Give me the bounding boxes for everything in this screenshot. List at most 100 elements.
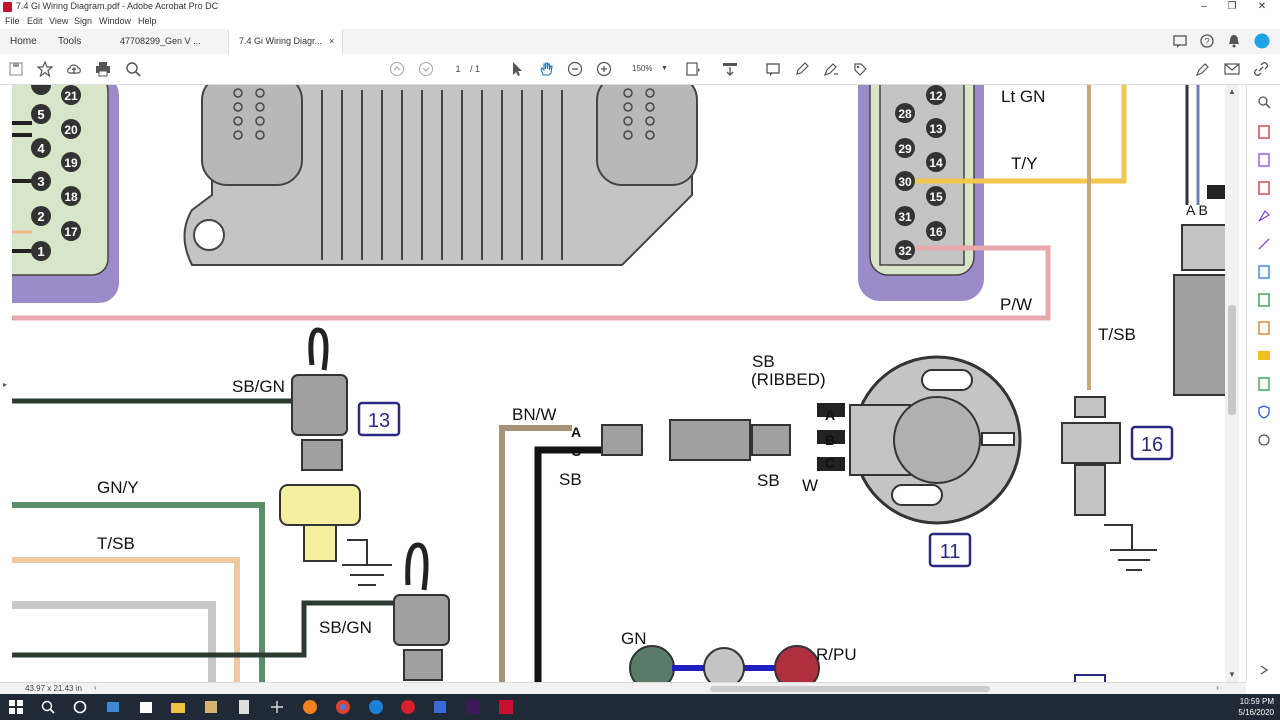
search-icon[interactable]: [1257, 95, 1271, 109]
search-icon[interactable]: [125, 61, 141, 77]
system-clock[interactable]: 10:59 PM 5/16/2020: [1238, 696, 1274, 718]
select-cursor-icon[interactable]: [509, 61, 525, 77]
menu-window[interactable]: Window: [99, 16, 131, 26]
restore-button[interactable]: ❐: [1218, 0, 1246, 14]
scroll-down-icon[interactable]: ▼: [1228, 670, 1236, 679]
send-signature-icon[interactable]: [1257, 237, 1271, 251]
comment-icon[interactable]: [1172, 33, 1188, 49]
hand-tool-icon[interactable]: [538, 61, 554, 77]
profile-avatar-icon[interactable]: [1254, 33, 1270, 49]
vertical-scrollbar[interactable]: ▲ ▼: [1225, 85, 1239, 682]
highlight-pen-icon[interactable]: [794, 61, 810, 77]
zoom-out-icon[interactable]: [567, 61, 583, 77]
more-tools-icon[interactable]: [1257, 433, 1271, 447]
menu-edit[interactable]: Edit: [27, 16, 43, 26]
pin-label: 4: [37, 141, 45, 156]
chevron-right-icon[interactable]: ›: [1216, 683, 1219, 692]
share-link-icon[interactable]: [1253, 61, 1269, 77]
media-player-icon[interactable]: [203, 699, 219, 715]
tab-tools[interactable]: Tools: [58, 29, 81, 54]
notes-app-icon[interactable]: [432, 699, 448, 715]
search-icon[interactable]: [40, 699, 56, 715]
label-t-sb-left: T/SB: [97, 534, 135, 553]
combine-files-icon[interactable]: [1257, 293, 1271, 307]
label-t-sb-right: T/SB: [1098, 325, 1136, 344]
zoom-level-select[interactable]: 150% ▼: [628, 62, 670, 76]
pin-label: 17: [64, 225, 78, 239]
horizontal-scrollbar-thumb[interactable]: [710, 686, 990, 692]
main-toolbar: 1 / 1 150% ▼: [0, 54, 1280, 85]
minimize-button[interactable]: –: [1190, 0, 1218, 14]
label-sb-ribbed-2: (RIBBED): [751, 370, 826, 389]
snipping-tool-icon[interactable]: [269, 699, 285, 715]
store-icon[interactable]: [138, 699, 154, 715]
document-canvas[interactable]: 5 4 3 2 1 21 20 19 18 17 12 28 13 29 14 …: [12, 85, 1225, 682]
menu-file[interactable]: File: [5, 16, 20, 26]
next-page-icon[interactable]: [418, 61, 434, 77]
previous-page-icon[interactable]: [389, 61, 405, 77]
print-icon[interactable]: [95, 61, 111, 77]
pin-label: 14: [929, 156, 943, 170]
callout-16: 16: [1130, 425, 1174, 461]
sign-tool-icon[interactable]: [852, 61, 868, 77]
collapse-panel-icon[interactable]: [1257, 663, 1271, 677]
scan-ocr-icon[interactable]: [1257, 321, 1271, 335]
callout-16-label: 16: [1141, 434, 1163, 456]
zoom-in-icon[interactable]: [596, 61, 612, 77]
organize-pages-icon[interactable]: [1257, 265, 1271, 279]
expand-left-panel-icon[interactable]: ▸: [3, 380, 7, 389]
compress-pdf-icon[interactable]: [1257, 377, 1271, 391]
calculator-icon[interactable]: [236, 699, 252, 715]
close-window-button[interactable]: ✕: [1248, 0, 1276, 14]
scroll-mode-icon[interactable]: [722, 61, 738, 77]
pin-label: 29: [898, 142, 912, 156]
windows-start-icon[interactable]: [8, 699, 24, 715]
firefox-icon[interactable]: [302, 699, 318, 715]
chrome-icon[interactable]: [335, 699, 351, 715]
email-icon[interactable]: [1224, 61, 1240, 77]
protect-shield-icon[interactable]: [1257, 405, 1271, 419]
comment-icon[interactable]: [1257, 349, 1271, 363]
scroll-up-icon[interactable]: ▲: [1228, 87, 1236, 96]
edit-pdf-icon[interactable]: [1257, 153, 1271, 167]
edge-icon[interactable]: [368, 699, 384, 715]
pin-label: 15: [929, 190, 943, 204]
tab-document-2[interactable]: 7.4 Gi Wiring Diagr... ×: [228, 29, 343, 54]
file-explorer-icon[interactable]: [170, 699, 186, 715]
menu-help[interactable]: Help: [138, 16, 157, 26]
notification-bell-icon[interactable]: [1226, 33, 1242, 49]
draw-tool-icon[interactable]: [823, 61, 839, 77]
clock-time: 10:59 PM: [1239, 697, 1274, 706]
task-view-icon[interactable]: [105, 699, 121, 715]
menu-sign[interactable]: Sign: [74, 16, 92, 26]
label-pin-c: C: [571, 443, 581, 459]
create-pdf-icon[interactable]: [1257, 181, 1271, 195]
page-fit-icon[interactable]: [685, 61, 701, 77]
page-number-input[interactable]: 1: [447, 62, 469, 76]
save-icon[interactable]: [8, 61, 24, 77]
premiere-rush-icon[interactable]: [465, 699, 481, 715]
acrobat-icon: [3, 2, 12, 12]
upload-cloud-icon[interactable]: [66, 61, 82, 77]
tab-document-1[interactable]: 47708299_Gen V ...: [120, 29, 201, 54]
svg-text:?: ?: [1204, 37, 1209, 47]
label-gn: GN: [621, 629, 647, 648]
tab-bar: Home Tools 47708299_Gen V ... 7.4 Gi Wir…: [0, 29, 1280, 55]
edit-pdf-icon[interactable]: [1195, 61, 1211, 77]
pin-label: 12: [929, 89, 943, 103]
help-icon[interactable]: ?: [1199, 33, 1215, 49]
tab-home[interactable]: Home: [10, 29, 37, 54]
chevron-left-icon[interactable]: ‹: [94, 683, 97, 692]
pin-label: 16: [929, 225, 943, 239]
label-sb-gn-2: SB/GN: [319, 618, 372, 637]
scroll-thumb[interactable]: [1228, 305, 1236, 415]
acrobat-taskbar-icon[interactable]: [498, 699, 514, 715]
bookmark-star-icon[interactable]: [37, 61, 53, 77]
tab-close-icon[interactable]: ×: [329, 29, 334, 54]
menu-view[interactable]: View: [49, 16, 68, 26]
fill-sign-icon[interactable]: [1257, 209, 1271, 223]
export-pdf-icon[interactable]: [1257, 125, 1271, 139]
cortana-icon[interactable]: [72, 699, 88, 715]
video-app-icon[interactable]: [400, 699, 416, 715]
add-comment-icon[interactable]: [765, 61, 781, 77]
